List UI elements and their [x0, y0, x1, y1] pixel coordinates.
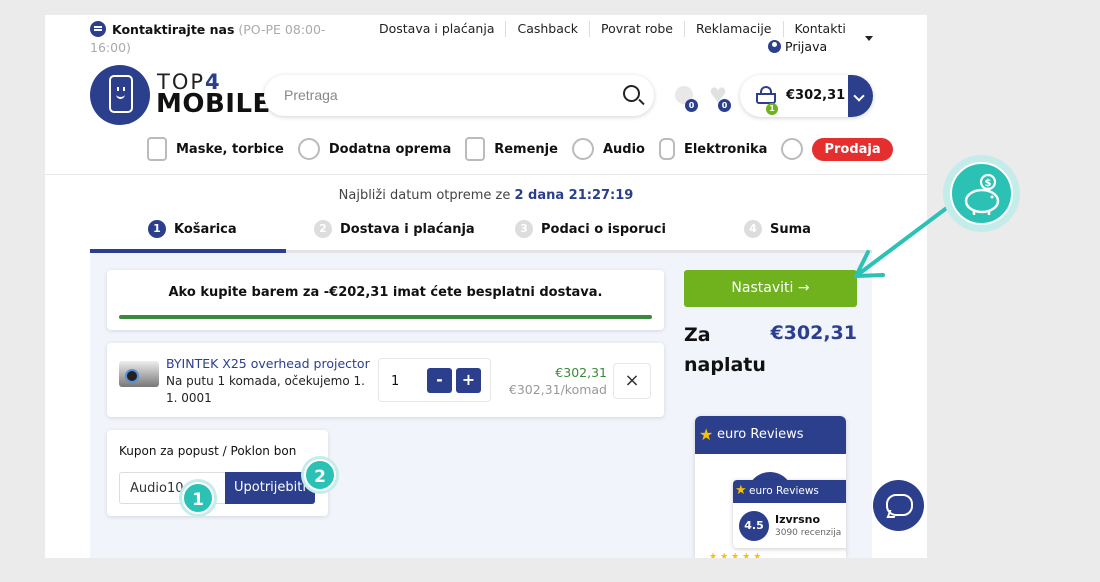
piggy-bank-icon: $	[950, 162, 1013, 225]
annotation-arrow	[854, 196, 962, 278]
svg-text:$: $	[985, 178, 992, 189]
live-chat-button[interactable]	[873, 480, 924, 531]
